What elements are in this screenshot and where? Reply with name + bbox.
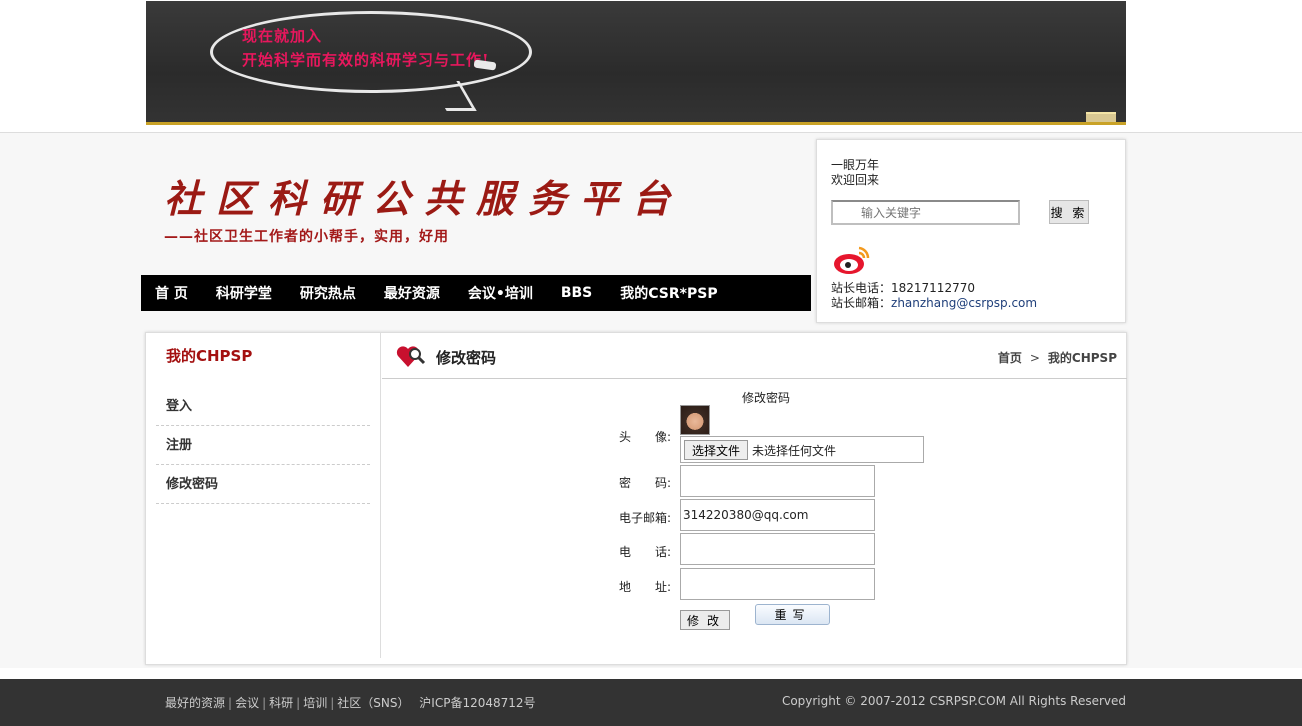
sidebar-title: 我的CHPSP [166,347,253,365]
footer-separator: | [330,696,335,710]
sidebar-item-register[interactable]: 注册 [156,426,370,465]
sidebar-menu: 登入 注册 修改密码 [156,387,370,504]
breadcrumb-current[interactable]: 我的CHPSP [1048,351,1117,365]
nav-item-hotspots[interactable]: 研究热点 [300,283,356,303]
nav-item-resources[interactable]: 最好资源 [384,283,440,303]
main-panel: 我的CHPSP 登入 注册 修改密码 修改密码 首页 > 我的CHPSP 修改密码 … [145,332,1127,665]
nav-item-meetings[interactable]: 会议•培训 [468,283,533,303]
address-field[interactable] [680,568,875,600]
avatar-file-input: 选择文件 未选择任何文件 [680,436,924,463]
footer-separator: | [228,696,233,710]
footer-link-resources[interactable]: 最好的资源 [165,696,225,710]
nav-item-school[interactable]: 科研学堂 [216,283,272,303]
admin-email-line: 站长邮箱：zhanzhang@csrpsp.com [831,294,1037,311]
banner-slogan-line2: 开始科学而有效的科研学习与工作! [242,51,490,69]
sidebar-item-change-password[interactable]: 修改密码 [156,465,370,504]
breadcrumb: 首页 > 我的CHPSP [998,349,1117,366]
nav-item-my-csrpsp[interactable]: 我的CSR*PSP [620,283,717,303]
admin-email-link[interactable]: zhanzhang@csrpsp.com [891,296,1037,310]
password-label: 密 码: [619,476,672,490]
top-banner: 现在就加入 开始科学而有效的科研学习与工作! [146,1,1126,125]
footer-separator: | [296,696,301,710]
content-header: 修改密码 首页 > 我的CHPSP [382,333,1127,379]
footer-link-sns[interactable]: 社区（SNS） [337,696,409,710]
footer-link-meetings[interactable]: 会议 [235,696,259,710]
breadcrumb-home[interactable]: 首页 [998,351,1022,365]
footer: 最好的资源 | 会议 | 科研 | 培训 | 社区（SNS） 沪ICP备12048712号 Co… [0,679,1302,726]
footer-links: 最好的资源 | 会议 | 科研 | 培训 | 社区（SNS） 沪ICP备12048712号 [165,694,536,711]
sidebar-divider [380,333,381,658]
email-field[interactable] [680,499,875,531]
password-field[interactable] [680,465,875,497]
search-button[interactable]: 搜 索 [1049,200,1089,224]
main-nav: 首 页 科研学堂 研究热点 最好资源 会议•培训 BBS 我的CSR*PSP [141,275,811,311]
breadcrumb-separator: > [1029,351,1040,365]
choose-file-button[interactable]: 选择文件 [684,440,748,460]
address-label: 地 址: [619,580,672,594]
footer-separator: | [262,696,267,710]
admin-email-label: 站长邮箱： [831,296,892,310]
site-subtitle: ——社区卫生工作者的小帮手，实用，好用 [164,229,449,245]
reset-button[interactable]: 重写 [755,604,830,625]
heart-search-icon [396,346,426,367]
search-input[interactable] [831,200,1020,225]
footer-link-training[interactable]: 培训 [303,696,327,710]
books-icon [1086,112,1116,122]
footer-link-research[interactable]: 科研 [269,696,293,710]
footer-copyright: Copyright © 2007-2012 CSRPSP.COM All Rig… [781,694,1126,708]
phone-field[interactable] [680,533,875,565]
sidebar-item-login[interactable]: 登入 [156,387,370,426]
form-title: 修改密码 [742,391,791,405]
footer-icp[interactable]: 沪ICP备12048712号 [419,696,535,710]
welcome-text: 欢迎回来 [831,173,880,187]
nav-item-bbs[interactable]: BBS [561,285,592,301]
avatar-label: 头 像: [619,430,672,444]
weibo-icon[interactable] [833,244,871,276]
user-info-box: 一眼万年 欢迎回来 搜 索 站长电话：18217112770 站长邮箱：zhan… [816,139,1126,323]
site-title: 社区科研公共服务平台 [164,176,685,221]
speech-bubble-tail [429,81,477,111]
banner-slogan-line1: 现在就加入 [242,27,323,45]
modify-button[interactable]: 修改 [680,610,730,630]
avatar [680,405,710,435]
phone-label: 电 话: [619,545,672,559]
email-label: 电子邮箱: [619,511,672,525]
nav-item-home[interactable]: 首 页 [155,283,188,303]
file-status: 未选择任何文件 [752,444,837,458]
content-title: 修改密码 [436,349,497,367]
